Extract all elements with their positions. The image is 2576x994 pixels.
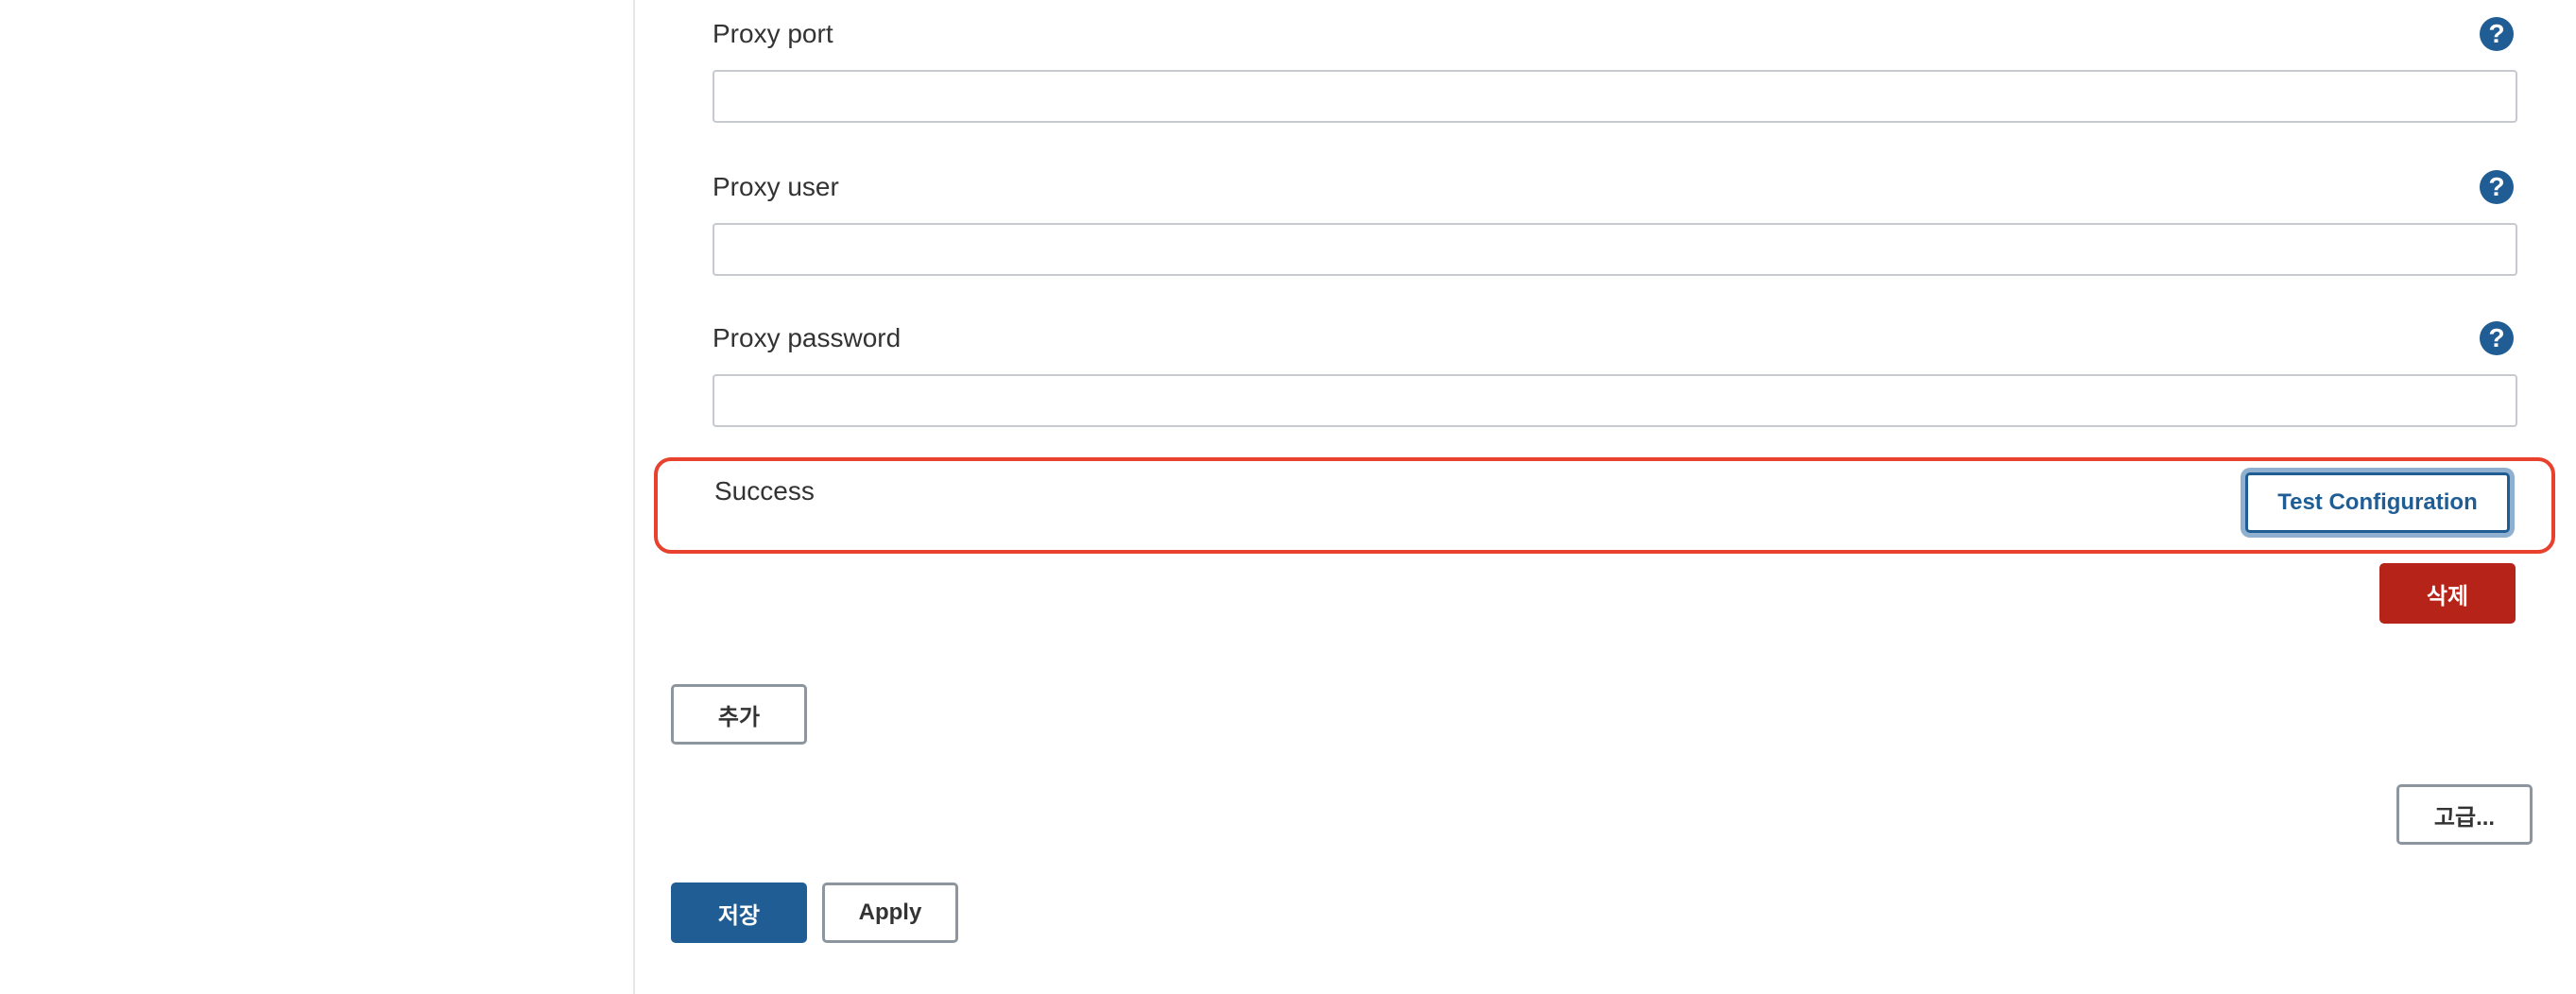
advanced-button[interactable]: 고급... <box>2396 784 2533 845</box>
delete-button[interactable]: 삭제 <box>2379 563 2516 624</box>
test-configuration-button[interactable]: Test Configuration <box>2245 472 2510 533</box>
jenkins-config-page: Proxy port ? Proxy user ? Proxy password… <box>0 0 2576 994</box>
proxy-password-help-icon[interactable]: ? <box>2480 321 2514 355</box>
config-form: Proxy port ? Proxy user ? Proxy password… <box>635 0 2576 994</box>
proxy-port-input[interactable] <box>713 70 2517 123</box>
save-button[interactable]: 저장 <box>671 883 807 943</box>
proxy-password-label: Proxy password <box>713 323 902 352</box>
proxy-password-input[interactable] <box>713 374 2517 427</box>
apply-button[interactable]: Apply <box>822 883 958 943</box>
proxy-port-label: Proxy port <box>713 19 833 48</box>
proxy-user-help-icon[interactable]: ? <box>2480 170 2514 204</box>
proxy-user-input[interactable] <box>713 223 2517 276</box>
test-status-text: Success <box>714 476 815 506</box>
add-button[interactable]: 추가 <box>671 684 807 745</box>
proxy-user-label: Proxy user <box>713 172 839 201</box>
proxy-port-help-icon[interactable]: ? <box>2480 17 2514 51</box>
side-panel <box>0 0 635 994</box>
